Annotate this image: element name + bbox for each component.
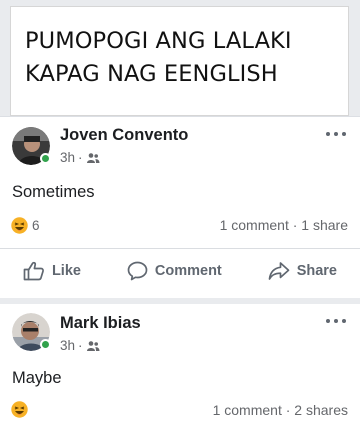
- like-label: Like: [51, 263, 81, 279]
- shared-quote-card[interactable]: PUMOPOGI ANG LALAKI KAPAG NAG EENGLISH: [10, 6, 349, 116]
- haha-icon: [11, 217, 28, 234]
- post-meta: 3h ·: [60, 338, 100, 353]
- comment-button[interactable]: Comment: [127, 261, 222, 281]
- share-arrow-icon: [268, 262, 290, 280]
- share-button[interactable]: Share: [268, 261, 337, 281]
- count-separator: ·: [285, 402, 291, 418]
- more-options-icon[interactable]: [326, 318, 346, 324]
- reaction-count: 6: [32, 218, 40, 233]
- meta-separator: ·: [78, 150, 83, 165]
- avatar[interactable]: [12, 127, 51, 165]
- comment-bubble-icon: [127, 261, 148, 281]
- action-bar: Like Comment Share: [0, 248, 360, 293]
- engagement-counts[interactable]: 1 comment · 1 share: [220, 217, 348, 233]
- online-status-dot: [40, 339, 51, 350]
- friends-icon: [86, 340, 100, 351]
- avatar[interactable]: [12, 313, 51, 351]
- meta-separator: ·: [78, 338, 83, 353]
- haha-icon: [11, 401, 28, 418]
- quote-line-1: PUMOPOGI ANG LALAKI: [25, 28, 292, 54]
- friends-icon: [86, 152, 100, 163]
- reaction-summary[interactable]: [11, 401, 32, 418]
- share-label: Share: [296, 263, 337, 279]
- online-status-dot: [40, 153, 51, 164]
- comment-count[interactable]: 1 comment: [220, 217, 289, 233]
- comment-text: Maybe: [12, 369, 62, 387]
- comment-card: Mark Ibias 3h · Maybe 1 comment · 2 shar…: [0, 298, 360, 432]
- author-name[interactable]: Joven Convento: [60, 126, 188, 145]
- quote-line-2: KAPAG NAG EENGLISH: [25, 61, 278, 87]
- comment-label: Comment: [154, 263, 222, 279]
- thumbs-up-icon: [23, 261, 44, 281]
- comment-text: Sometimes: [12, 183, 95, 201]
- count-separator: ·: [292, 217, 298, 233]
- post-meta: 3h ·: [60, 150, 100, 165]
- post-time[interactable]: 3h: [60, 150, 75, 165]
- more-options-icon[interactable]: [326, 131, 346, 137]
- share-count[interactable]: 2 shares: [294, 402, 348, 418]
- reaction-summary[interactable]: 6: [11, 217, 40, 234]
- post-time[interactable]: 3h: [60, 338, 75, 353]
- engagement-counts[interactable]: 1 comment · 2 shares: [213, 402, 348, 418]
- author-name[interactable]: Mark Ibias: [60, 314, 141, 333]
- share-count[interactable]: 1 share: [301, 217, 348, 233]
- like-button[interactable]: Like: [23, 261, 81, 281]
- comment-count[interactable]: 1 comment: [213, 402, 282, 418]
- comment-card: Joven Convento 3h · Sometimes 6 1 commen…: [0, 116, 360, 298]
